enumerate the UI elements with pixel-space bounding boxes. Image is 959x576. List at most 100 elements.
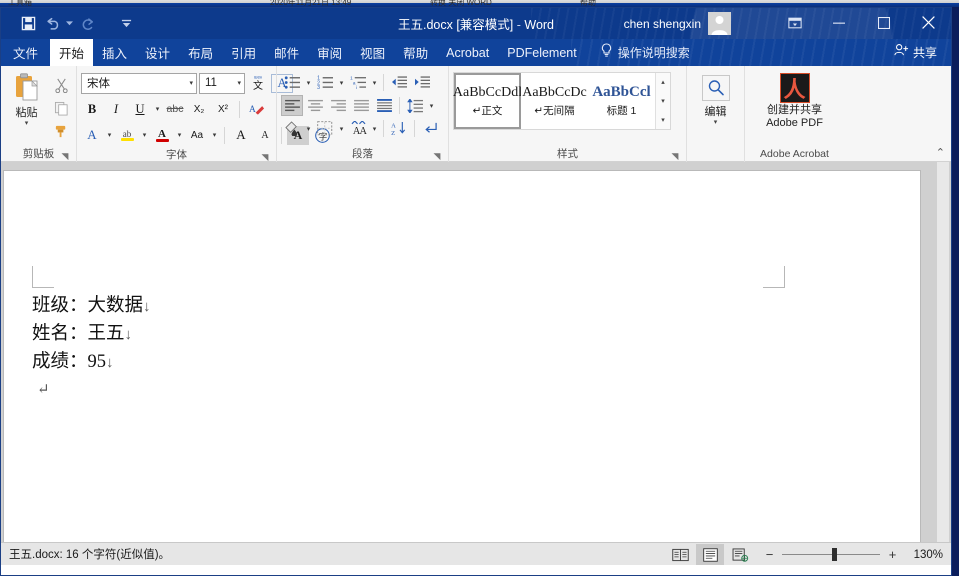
zoom-out-button[interactable]: −: [764, 547, 775, 562]
increase-indent-icon[interactable]: [411, 72, 433, 93]
print-layout-button[interactable]: [696, 544, 724, 565]
sort-icon[interactable]: A Z: [388, 118, 410, 139]
redo-icon[interactable]: [75, 12, 101, 36]
read-mode-button[interactable]: [666, 544, 694, 565]
tab-file[interactable]: 文件: [1, 39, 50, 66]
avatar[interactable]: [708, 12, 731, 35]
style-item-heading1[interactable]: AaBbCcl 标题 1: [588, 73, 655, 129]
decrease-indent-icon[interactable]: [388, 72, 410, 93]
close-button[interactable]: [906, 8, 951, 37]
collapse-ribbon-icon[interactable]: ⌃: [936, 146, 945, 159]
font-color-dropdown-icon[interactable]: ▾: [175, 131, 184, 139]
underline-button[interactable]: U: [129, 99, 151, 120]
shading-icon[interactable]: [281, 118, 303, 139]
justify-icon[interactable]: [350, 95, 372, 116]
shading-dropdown-icon[interactable]: ▾: [304, 125, 313, 133]
customize-qat-icon[interactable]: [113, 12, 139, 36]
align-center-icon[interactable]: [304, 95, 326, 116]
document-text[interactable]: 班级：大数据↓ 姓名：王五↓ 成绩：95↓ ↵: [32, 293, 151, 404]
distribute-icon[interactable]: [373, 95, 395, 116]
asian-layout-icon[interactable]: A A: [347, 118, 369, 139]
tab-acrobat[interactable]: Acrobat: [437, 39, 498, 66]
style-item-no-spacing[interactable]: AaBbCcDc ↵无间隔: [521, 73, 588, 129]
tab-help[interactable]: 帮助: [394, 39, 437, 66]
italic-button[interactable]: I: [105, 99, 127, 120]
text-highlight-color-button[interactable]: ab: [116, 125, 138, 146]
font-size-dropdown-icon[interactable]: ▾: [233, 79, 241, 87]
text-effects-button[interactable]: A: [81, 125, 103, 146]
borders-icon[interactable]: [314, 118, 336, 139]
vertical-scrollbar[interactable]: [937, 162, 949, 542]
subscript-button[interactable]: X₂: [188, 99, 210, 120]
tab-insert[interactable]: 插入: [93, 39, 136, 66]
grow-font-button[interactable]: A: [230, 125, 252, 146]
styles-scroll-down-icon[interactable]: ▾: [656, 92, 670, 110]
text-effects-dropdown-icon[interactable]: ▾: [105, 131, 114, 139]
maximize-button[interactable]: [861, 8, 906, 37]
bold-button[interactable]: B: [81, 99, 103, 120]
tab-review[interactable]: 审阅: [308, 39, 351, 66]
font-size-input[interactable]: 11 ▾: [199, 72, 245, 94]
cut-button[interactable]: [50, 75, 72, 95]
clipboard-dialog-launcher-icon[interactable]: ◥: [60, 151, 70, 161]
zoom-slider-thumb[interactable]: [832, 548, 837, 561]
status-text[interactable]: 王五.docx: 16 个字符(近似值)。: [1, 546, 170, 562]
font-name-dropdown-icon[interactable]: ▾: [185, 79, 193, 87]
copy-button[interactable]: [50, 98, 72, 118]
editing-button[interactable]: 编辑 ▾: [701, 71, 730, 126]
superscript-button[interactable]: X²: [212, 99, 234, 120]
change-case-button[interactable]: Aa: [186, 125, 208, 146]
tell-me-search[interactable]: 操作说明搜索: [586, 39, 690, 66]
numbering-dropdown-icon[interactable]: ▾: [337, 79, 346, 87]
editing-dropdown-icon[interactable]: ▾: [714, 119, 718, 126]
clear-formatting-button[interactable]: A: [245, 99, 267, 120]
align-left-icon[interactable]: [281, 95, 303, 116]
tab-references[interactable]: 引用: [222, 39, 265, 66]
change-case-dropdown-icon[interactable]: ▾: [210, 131, 219, 139]
multilevel-list-icon[interactable]: 1 a i: [347, 72, 369, 93]
tab-design[interactable]: 设计: [136, 39, 179, 66]
underline-dropdown-icon[interactable]: ▾: [153, 105, 162, 113]
font-dialog-launcher-icon[interactable]: ◥: [260, 152, 270, 162]
undo-dropdown-icon[interactable]: [65, 12, 73, 36]
tab-layout[interactable]: 布局: [179, 39, 222, 66]
document-page[interactable]: 班级：大数据↓ 姓名：王五↓ 成绩：95↓ ↵: [3, 170, 921, 542]
phonetic-guide-icon[interactable]: ᵚᵉⁿ 文: [247, 73, 269, 94]
tab-view[interactable]: 视图: [351, 39, 394, 66]
line-spacing-icon[interactable]: [404, 95, 426, 116]
styles-more-icon[interactable]: ▾: [656, 111, 670, 129]
font-name-input[interactable]: 宋体 ▾: [81, 72, 197, 94]
shrink-font-button[interactable]: A: [254, 125, 276, 146]
tab-mailings[interactable]: 邮件: [265, 39, 308, 66]
numbering-icon[interactable]: 1 2 3: [314, 72, 336, 93]
styles-scroll-up-icon[interactable]: ▴: [656, 73, 670, 91]
bullets-icon[interactable]: [281, 72, 303, 93]
undo-icon[interactable]: [43, 12, 63, 36]
align-right-icon[interactable]: [327, 95, 349, 116]
strikethrough-button[interactable]: abc: [164, 99, 186, 120]
show-formatting-marks-icon[interactable]: [419, 118, 441, 139]
web-layout-button[interactable]: [726, 544, 754, 565]
share-button[interactable]: 共享: [894, 39, 937, 66]
styles-dialog-launcher-icon[interactable]: ◥: [670, 151, 680, 161]
font-color-button[interactable]: A: [151, 125, 173, 146]
account-area[interactable]: chen shengxin: [624, 12, 731, 35]
tab-pdfelement[interactable]: PDFelement: [498, 39, 585, 66]
paste-dropdown-icon[interactable]: ▾: [25, 120, 29, 127]
multilevel-dropdown-icon[interactable]: ▾: [370, 79, 379, 87]
zoom-value[interactable]: 130%: [905, 549, 943, 561]
borders-dropdown-icon[interactable]: ▾: [337, 125, 346, 133]
bullets-dropdown-icon[interactable]: ▾: [304, 79, 313, 87]
minimize-button[interactable]: [816, 8, 861, 37]
style-item-normal[interactable]: AaBbCcDdl ↵正文: [453, 73, 522, 129]
zoom-slider[interactable]: [782, 548, 880, 561]
zoom-in-button[interactable]: +: [887, 547, 898, 562]
tab-home[interactable]: 开始: [50, 39, 94, 66]
paste-button[interactable]: 粘贴 ▾: [5, 71, 48, 127]
asian-layout-dropdown-icon[interactable]: ▾: [370, 125, 379, 133]
highlight-dropdown-icon[interactable]: ▾: [140, 131, 149, 139]
ribbon-display-options-button[interactable]: [774, 8, 816, 37]
line-spacing-dropdown-icon[interactable]: ▾: [427, 102, 436, 110]
format-painter-button[interactable]: [50, 121, 72, 141]
save-icon[interactable]: [15, 12, 41, 36]
